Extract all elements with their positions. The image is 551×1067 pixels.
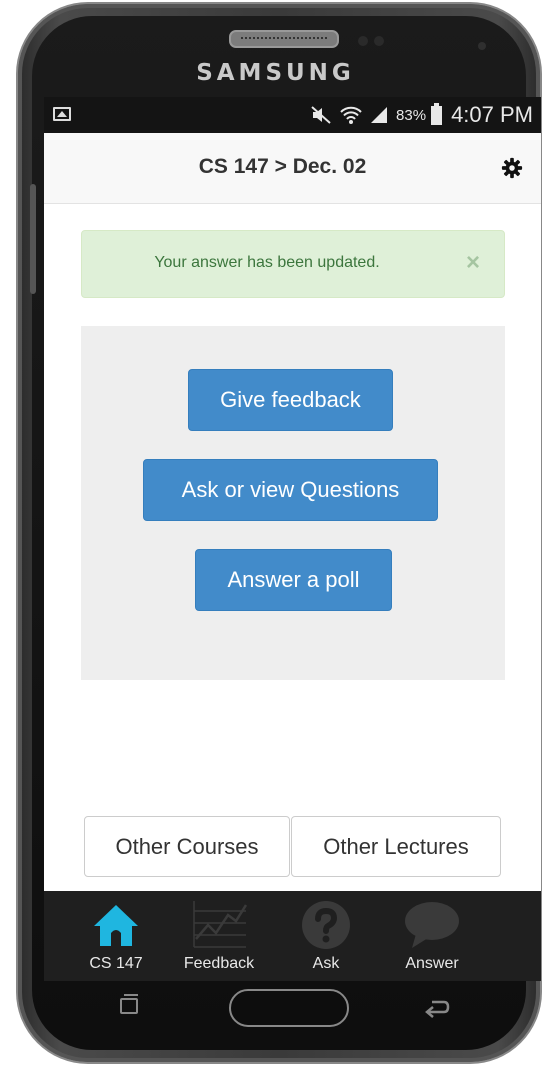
question-icon — [302, 901, 350, 949]
status-bar: 83% 4:07 PM — [44, 97, 541, 133]
other-courses-button[interactable]: Other Courses — [84, 816, 290, 877]
actions-panel: Give feedback Ask or view Questions Answ… — [81, 326, 505, 680]
ask-questions-button[interactable]: Ask or view Questions — [143, 459, 438, 521]
page-title: CS 147 > Dec. 02 — [198, 155, 367, 178]
earpiece-speaker — [229, 30, 339, 48]
speech-bubble-icon — [405, 902, 459, 948]
signal-icon — [371, 107, 388, 123]
alert-message: Your answer has been updated. — [154, 254, 380, 271]
wifi-icon — [340, 106, 362, 124]
light-sensor — [374, 36, 384, 46]
tab-label: CS 147 — [89, 955, 143, 972]
other-lectures-button[interactable]: Other Lectures — [291, 816, 501, 877]
close-icon[interactable]: × — [466, 251, 480, 275]
mute-icon — [311, 106, 331, 124]
tab-label: Answer — [405, 955, 459, 972]
gallery-notification-icon — [53, 107, 71, 121]
tab-ask[interactable]: Ask — [276, 891, 376, 981]
tab-bar: CS 147 Feedback Ask Answer — [44, 891, 541, 981]
brand-logo: SAMSUNG — [196, 60, 355, 86]
home-key[interactable] — [229, 989, 349, 1027]
gear-icon[interactable] — [501, 157, 523, 179]
success-alert: Your answer has been updated. × — [81, 230, 505, 298]
tab-label: Ask — [312, 955, 340, 972]
tab-answer[interactable]: Answer — [382, 891, 482, 981]
clock: 4:07 PM — [451, 102, 533, 127]
screen: 83% 4:07 PM CS 147 > Dec. 02 Your answer… — [44, 97, 541, 981]
proximity-sensor — [358, 36, 368, 46]
give-feedback-button[interactable]: Give feedback — [188, 369, 393, 431]
tab-home[interactable]: CS 147 — [66, 891, 166, 981]
status-indicators: 83% 4:07 PM — [311, 97, 533, 133]
volume-key — [30, 184, 36, 294]
recent-apps-key[interactable] — [120, 994, 138, 1014]
battery-icon — [431, 102, 443, 125]
chart-icon — [193, 901, 248, 948]
front-camera — [478, 42, 486, 50]
home-icon — [94, 905, 138, 946]
tab-feedback[interactable]: Feedback — [169, 891, 269, 981]
answer-poll-button[interactable]: Answer a poll — [195, 549, 392, 611]
battery-percent: 83% — [396, 106, 427, 124]
app-header: CS 147 > Dec. 02 — [44, 133, 541, 204]
tab-label: Feedback — [183, 955, 255, 972]
back-icon[interactable] — [424, 996, 450, 1020]
